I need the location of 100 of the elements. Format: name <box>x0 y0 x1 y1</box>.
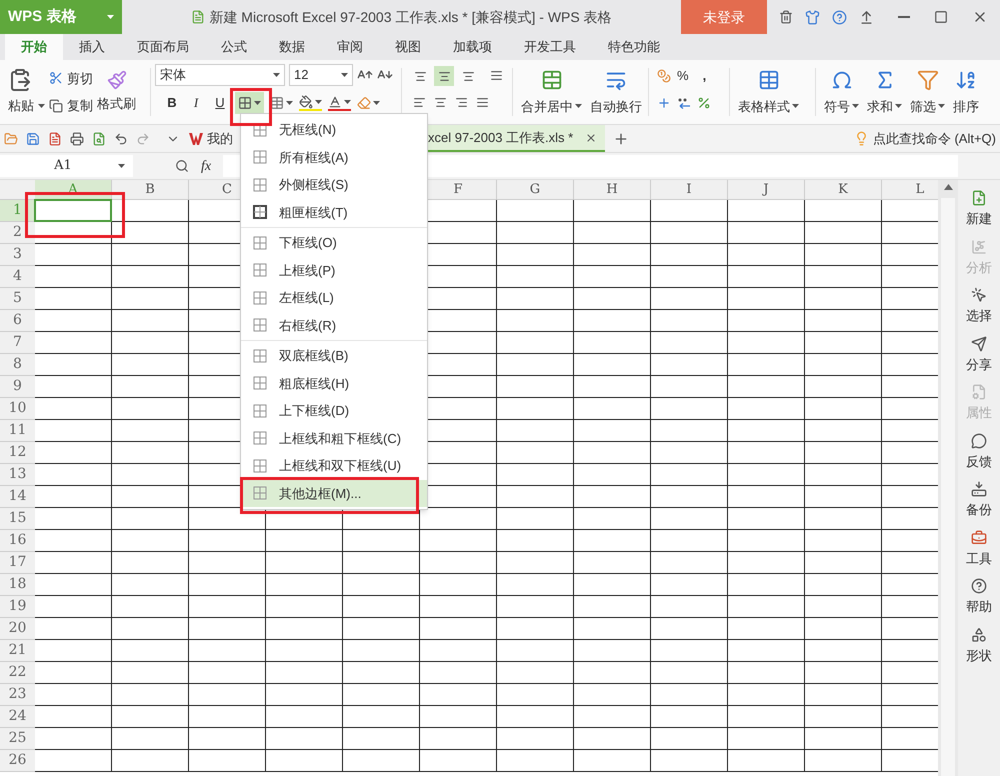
italic-button[interactable]: I <box>187 93 205 113</box>
active-cell[interactable] <box>34 199 112 222</box>
ribbon-tab[interactable]: 页面布局 <box>121 34 205 60</box>
font-name-field[interactable]: 宋体 <box>155 64 285 86</box>
row-header[interactable]: 16 <box>0 530 35 552</box>
row-header[interactable]: 13 <box>0 464 35 486</box>
caret-icon <box>373 101 380 105</box>
column-header[interactable]: K <box>805 180 882 199</box>
row-header[interactable]: 21 <box>0 640 35 662</box>
menu-item[interactable]: 上框线和双下框线(U) <box>241 452 427 480</box>
sidebar-item[interactable]: 反馈 <box>966 432 992 471</box>
merge-center-button[interactable]: 合并居中 <box>521 68 582 116</box>
ribbon-tab[interactable]: 开始 <box>5 34 63 60</box>
menu-item[interactable]: 上框线(P) <box>241 256 427 284</box>
command-search[interactable]: 点此查找命令 (Alt+Q) <box>854 128 996 148</box>
menu-item[interactable]: 粗底框线(H) <box>241 370 427 397</box>
row-header[interactable]: 3 <box>0 244 35 266</box>
row-header[interactable]: 25 <box>0 728 35 750</box>
border-icon <box>253 205 267 220</box>
row-header[interactable]: 4 <box>0 266 35 288</box>
filter-button[interactable]: 筛选 <box>910 68 945 116</box>
sidebar-item[interactable]: 帮助 <box>966 578 992 616</box>
cut-button[interactable]: 剪切 <box>49 68 93 88</box>
sort-button[interactable]: 排序 <box>953 68 979 116</box>
menu-item[interactable]: 下框线(O) <box>241 229 427 256</box>
row-header[interactable]: 23 <box>0 684 35 706</box>
column-header[interactable]: I <box>651 180 728 199</box>
column-header[interactable]: J <box>728 180 805 199</box>
doc-tab[interactable]: xcel 97-2003 工作表.xls * <box>428 125 606 152</box>
menu-item[interactable]: 上下框线(D) <box>241 397 427 424</box>
row-header[interactable]: 24 <box>0 706 35 728</box>
sidebar-item[interactable]: 备份 <box>966 481 992 520</box>
column-header[interactable]: B <box>112 180 189 199</box>
sidebar-item[interactable]: 分享 <box>966 336 992 374</box>
menu-item[interactable]: 粗匣框线(T) <box>241 198 427 226</box>
sidebar-item[interactable]: 形状 <box>966 626 992 665</box>
row-header[interactable]: 6 <box>0 310 35 332</box>
pointer-icon <box>971 287 987 303</box>
ribbon-tab[interactable]: 开发工具 <box>508 34 592 60</box>
doc-tab[interactable]: 我的 <box>185 125 240 152</box>
thousands-button[interactable]: , <box>702 66 706 86</box>
paste-button[interactable]: 粘贴 <box>8 96 45 116</box>
copy-icon <box>49 98 63 113</box>
row-header[interactable]: 14 <box>0 486 35 508</box>
copy-button[interactable]: 复制 <box>49 96 93 116</box>
sidebar-item[interactable]: 工具 <box>966 530 992 568</box>
underline-button[interactable]: U <box>211 93 229 113</box>
ribbon-tab[interactable]: 审阅 <box>321 34 379 60</box>
menu-item[interactable]: 上框线和粗下框线(C) <box>241 424 427 452</box>
draw-border-button[interactable] <box>270 96 293 110</box>
bold-button[interactable]: B <box>163 93 181 113</box>
column-header[interactable]: H <box>574 180 651 199</box>
row-header[interactable]: 19 <box>0 596 35 618</box>
font-color-button[interactable] <box>328 95 351 111</box>
clear-format-button[interactable] <box>357 96 380 110</box>
ribbon-tab[interactable]: 加载项 <box>437 34 508 60</box>
row-header[interactable]: 22 <box>0 662 35 684</box>
row-header[interactable]: 20 <box>0 618 35 640</box>
row-header[interactable]: 7 <box>0 332 35 354</box>
border-icon <box>253 178 267 192</box>
menu-item[interactable]: 右框线(R) <box>241 312 427 339</box>
row-header[interactable]: 10 <box>0 398 35 420</box>
sum-button[interactable]: 求和 <box>867 68 902 116</box>
row-header[interactable]: 26 <box>0 750 35 772</box>
table-style-button[interactable]: 表格样式 <box>738 68 799 116</box>
row-header[interactable]: 18 <box>0 574 35 596</box>
row-header[interactable]: 12 <box>0 442 35 464</box>
ribbon-tab[interactable]: 公式 <box>205 34 263 60</box>
symbol-button[interactable]: 符号 <box>824 68 859 116</box>
fill-color-button[interactable] <box>299 95 322 111</box>
name-box[interactable]: A1 <box>0 155 133 177</box>
table-icon <box>758 68 780 90</box>
column-header[interactable]: G <box>497 180 574 199</box>
wrap-text-button[interactable]: 自动换行 <box>590 68 642 116</box>
format-painter-button[interactable]: 格式刷 <box>97 94 136 114</box>
row-header[interactable]: 15 <box>0 508 35 530</box>
row-header[interactable]: 2 <box>0 222 35 244</box>
ribbon-tab[interactable]: 特色功能 <box>592 34 676 60</box>
ribbon-tab[interactable]: 插入 <box>63 34 121 60</box>
currency-icon <box>657 68 671 83</box>
sidebar-item[interactable]: 新建 <box>966 190 992 228</box>
scroll-up-icon[interactable] <box>944 184 952 190</box>
row-header[interactable]: 5 <box>0 288 35 310</box>
vertical-align-button[interactable] <box>434 66 454 86</box>
ribbon-tab[interactable]: 数据 <box>263 34 321 60</box>
menu-item[interactable]: 双底框线(B) <box>241 342 427 370</box>
percent-button[interactable]: % <box>677 66 689 86</box>
row-header[interactable]: 8 <box>0 354 35 376</box>
row-header[interactable]: 9 <box>0 376 35 398</box>
ribbon-tab[interactable]: 视图 <box>379 34 437 60</box>
row-header[interactable]: 11 <box>0 420 35 442</box>
menu-item[interactable]: 所有框线(A) <box>241 144 427 171</box>
menu-item[interactable]: 无框线(N) <box>241 116 427 144</box>
sidebar-item[interactable]: 选择 <box>966 287 992 326</box>
row-header[interactable]: 17 <box>0 552 35 574</box>
borders-button[interactable] <box>235 92 264 114</box>
font-size-field[interactable]: 12 <box>289 64 353 86</box>
caret-icon <box>286 101 293 105</box>
menu-item[interactable]: 其他边框(M)... <box>241 480 427 507</box>
menu-item[interactable]: 左框线(L) <box>241 284 427 312</box>
